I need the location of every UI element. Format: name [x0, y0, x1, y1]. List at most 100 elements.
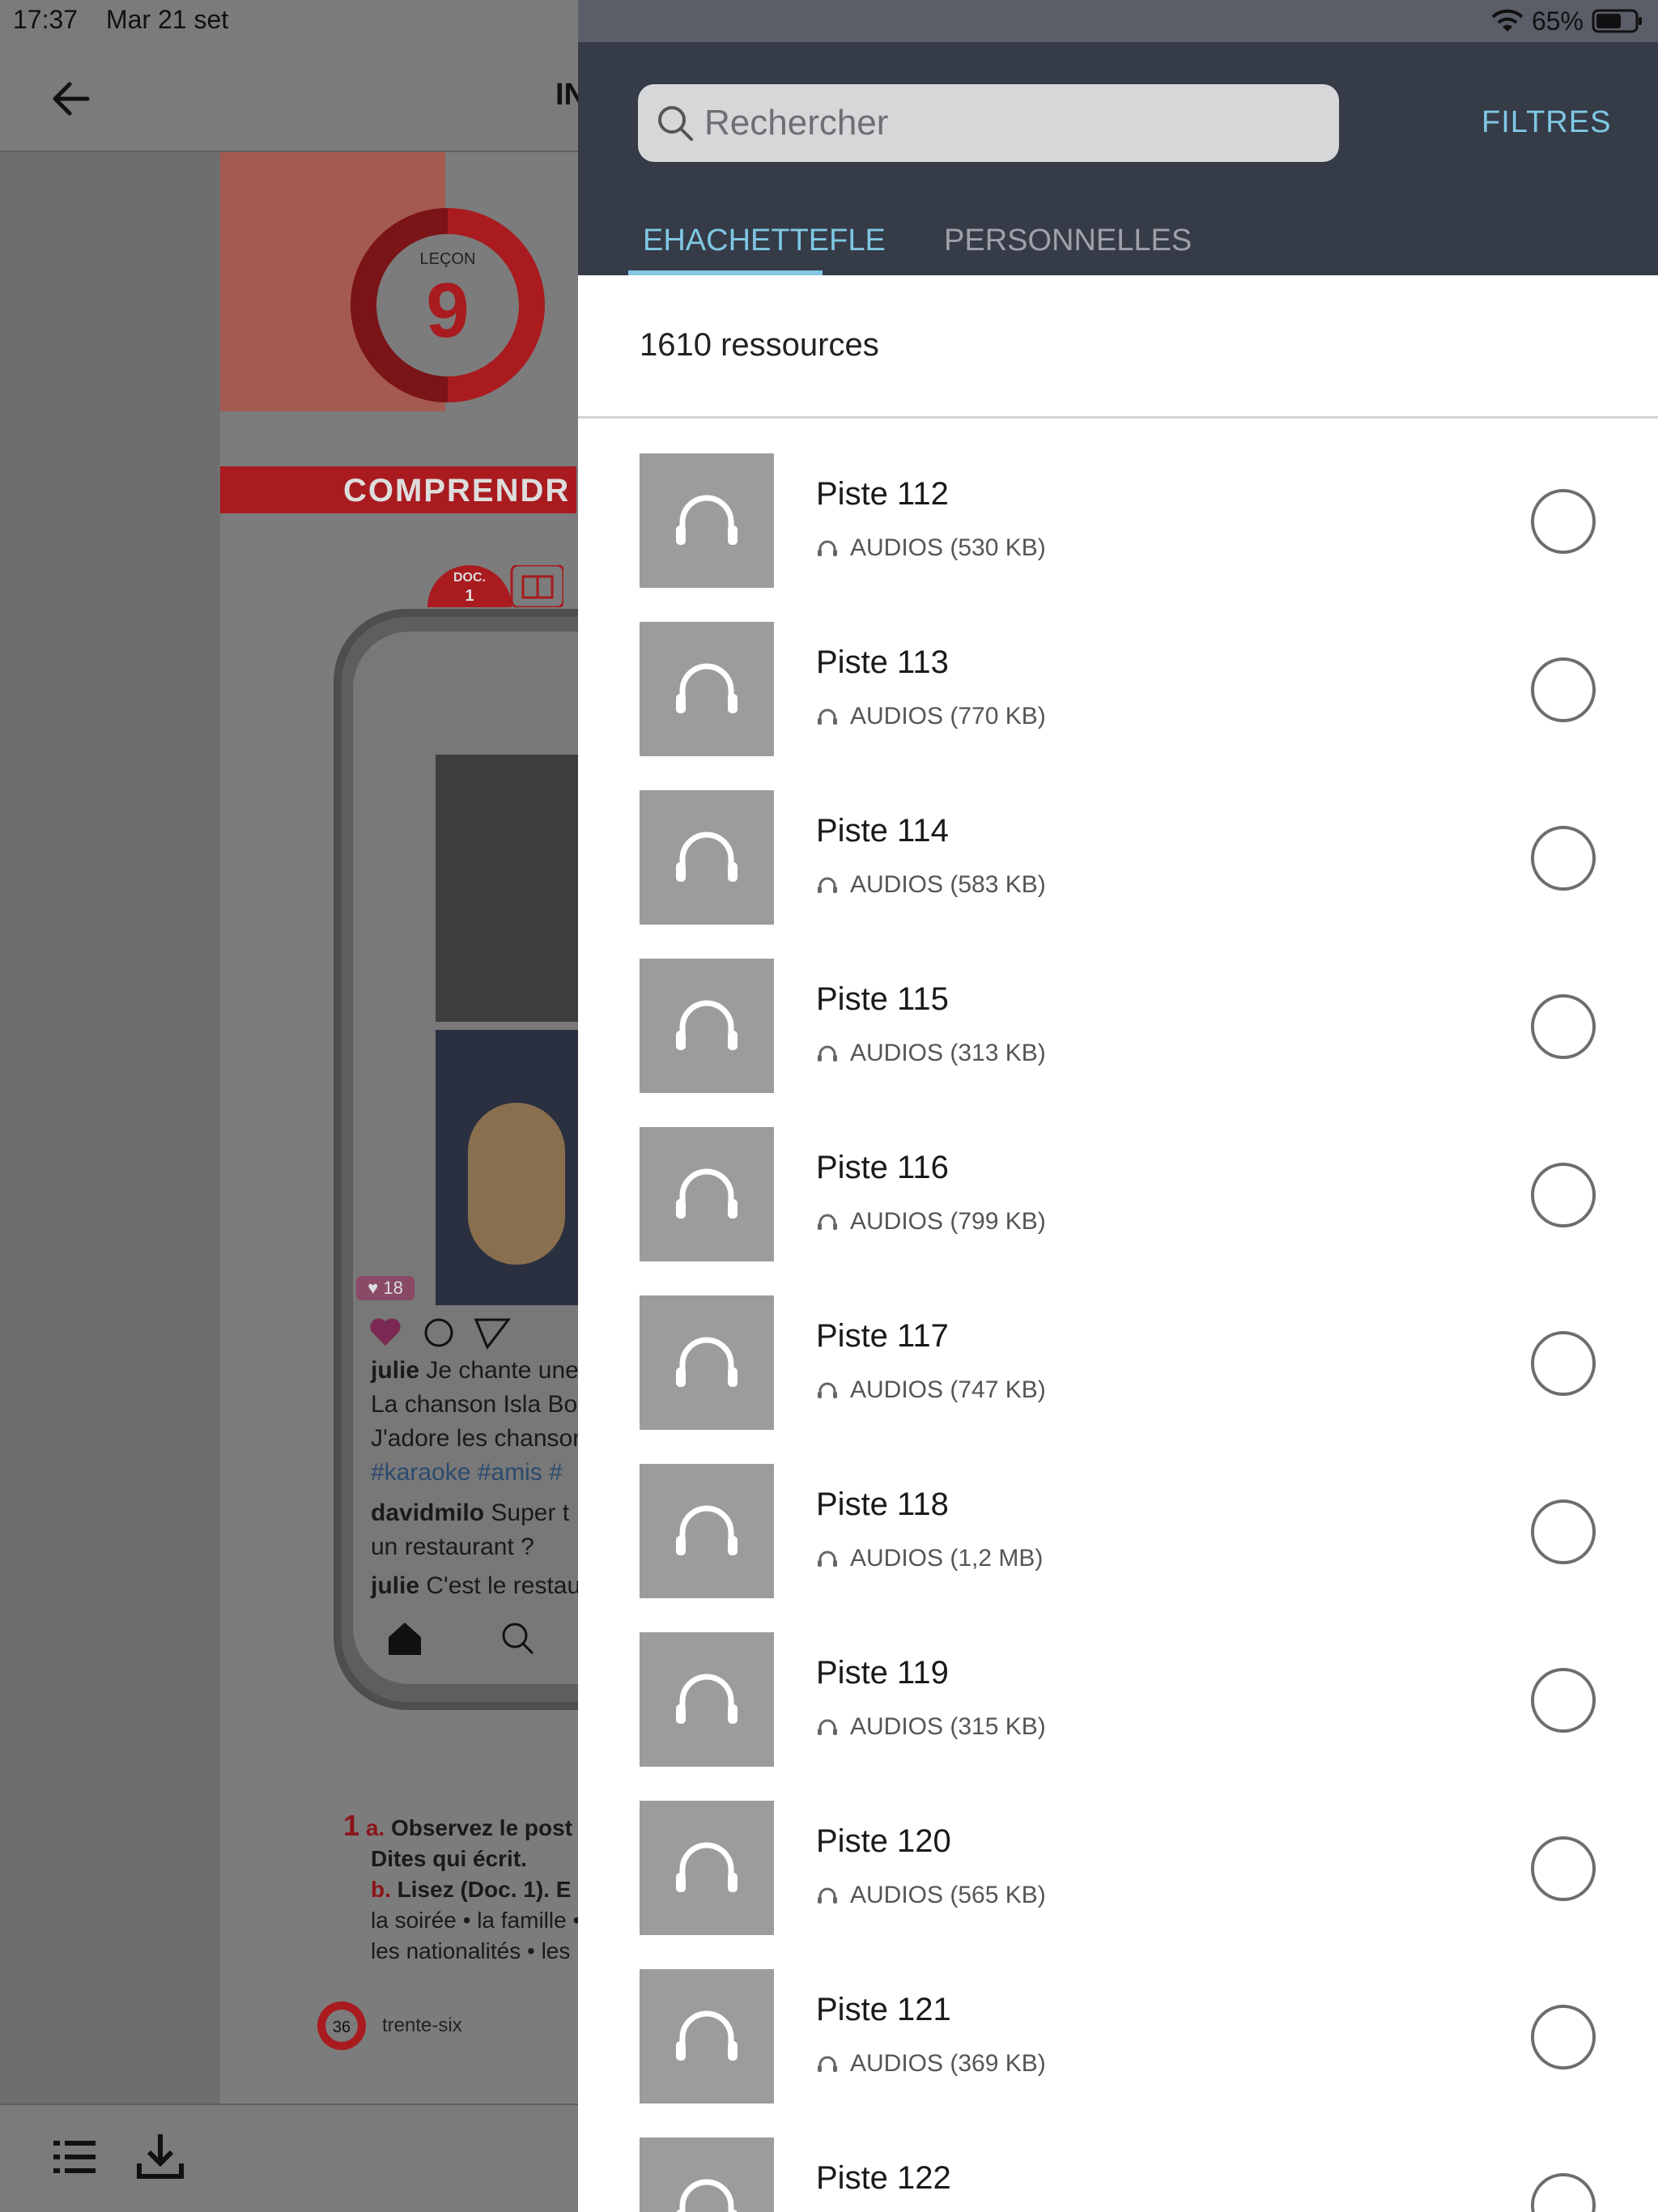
resource-list-item[interactable]: Piste 112 AUDIOS (530 KB): [578, 453, 1658, 622]
select-radio[interactable]: [1531, 1836, 1596, 1901]
resource-list-item[interactable]: Piste 118 AUDIOS (1,2 MB): [578, 1464, 1658, 1632]
resource-meta: AUDIOS (530 KB): [816, 534, 1046, 562]
resource-list-item[interactable]: Piste 115 AUDIOS (313 KB): [578, 959, 1658, 1127]
resource-list-item[interactable]: Piste 113 AUDIOS (770 KB): [578, 622, 1658, 790]
select-radio[interactable]: [1531, 657, 1596, 722]
table-of-contents-icon[interactable]: [52, 2134, 97, 2180]
download-icon[interactable]: [134, 2129, 186, 2181]
post-comment-line: julie C'est le restau: [371, 1572, 581, 1599]
resource-meta: AUDIOS (1,2 MB): [816, 1545, 1043, 1572]
resource-title: Piste 117: [816, 1318, 949, 1354]
headphones-icon: [676, 1842, 738, 1892]
resource-type-size: AUDIOS (369 KB): [850, 2050, 1046, 2077]
resource-list-item[interactable]: Piste 116 AUDIOS (799 KB): [578, 1127, 1658, 1295]
resource-list-item[interactable]: Piste 119 AUDIOS (315 KB): [578, 1632, 1658, 1801]
back-arrow-icon[interactable]: [45, 73, 97, 125]
status-date: Mar 21 set: [105, 5, 229, 34]
resource-type-size: AUDIOS (583 KB): [850, 871, 1046, 898]
lesson-number: 9: [426, 267, 469, 354]
resource-list-item[interactable]: Piste 120 AUDIOS (565 KB): [578, 1801, 1658, 1969]
search-box[interactable]: [638, 84, 1339, 162]
resource-meta: AUDIOS (369 KB): [816, 2050, 1046, 2078]
exercise-line: b. Lisez (Doc. 1). E: [371, 1877, 572, 1902]
status-time: 17:37: [13, 5, 79, 34]
section-title: COMPRENDR: [343, 473, 571, 508]
exercise-block: 1 a. Observez le post Dites qui écrit. b…: [343, 1810, 586, 1967]
resource-thumbnail: [640, 1295, 774, 1430]
resource-thumbnail: [640, 959, 774, 1093]
resource-thumbnail: [640, 622, 774, 756]
post-hashtags: #karaoke #amis #: [371, 1459, 563, 1486]
tab-ehachettefle[interactable]: EHACHETTEFLE: [643, 223, 886, 258]
resource-count: 1610 ressources: [640, 327, 879, 363]
resource-thumbnail: [640, 1801, 774, 1935]
page-number-word: trente-six: [382, 2014, 462, 2036]
resource-type-size: AUDIOS (747 KB): [850, 1376, 1046, 1403]
post-comment-line: davidmilo Super t: [371, 1499, 570, 1526]
tab-personnelles[interactable]: PERSONNELLES: [944, 223, 1192, 258]
audio-type-icon: [818, 2056, 837, 2072]
resource-type-size: AUDIOS (1,2 MB): [850, 1545, 1044, 1572]
doc-tag: DOC. 1: [427, 565, 563, 607]
resource-type-size: AUDIOS (530 KB): [850, 534, 1046, 561]
resource-meta: AUDIOS (770 KB): [816, 703, 1046, 730]
select-radio[interactable]: [1531, 2005, 1596, 2069]
audio-type-icon: [818, 1551, 837, 1567]
resource-type-size: AUDIOS (315 KB): [850, 1713, 1046, 1740]
phone-nav: [389, 1623, 534, 1655]
select-radio[interactable]: [1531, 826, 1596, 891]
battery-percent: 65%: [1531, 6, 1584, 36]
select-radio[interactable]: [1531, 994, 1596, 1059]
headphones-icon: [676, 1674, 738, 1724]
resource-title: Piste 118: [816, 1487, 949, 1522]
select-radio[interactable]: [1531, 1668, 1596, 1733]
doc-number: 1: [465, 587, 474, 605]
select-radio[interactable]: [1531, 1499, 1596, 1564]
audio-type-icon: [818, 1045, 837, 1061]
resource-thumbnail: [640, 1969, 774, 2104]
heart-icon: [370, 1318, 401, 1346]
search-input[interactable]: [704, 84, 1320, 162]
resource-thumbnail: [640, 1632, 774, 1767]
home-icon: [389, 1623, 421, 1655]
resource-type-size: AUDIOS (770 KB): [850, 703, 1046, 730]
headphones-icon: [676, 1337, 738, 1387]
resource-title: Piste 113: [816, 644, 949, 680]
select-radio[interactable]: [1531, 1163, 1596, 1227]
post-caption-line: julie Je chante une: [371, 1357, 579, 1384]
resource-list-item[interactable]: Piste 121 AUDIOS (369 KB): [578, 1969, 1658, 2138]
resource-list-item[interactable]: Piste 114 AUDIOS (583 KB): [578, 790, 1658, 959]
audio-type-icon: [818, 877, 837, 893]
post-photo: [436, 755, 581, 1022]
select-radio[interactable]: [1531, 2173, 1596, 2212]
select-radio[interactable]: [1531, 489, 1596, 554]
exercise-line: la soirée • la famille •: [371, 1908, 581, 1933]
post-actions: [370, 1318, 512, 1350]
headphones-icon: [676, 1505, 738, 1555]
send-icon: [474, 1318, 512, 1350]
select-radio[interactable]: [1531, 1331, 1596, 1396]
wifi-icon: [1491, 9, 1524, 32]
resource-meta: AUDIOS (583 KB): [816, 871, 1046, 899]
resource-thumbnail: [640, 1464, 774, 1598]
comment-icon: [424, 1318, 453, 1347]
battery-icon: [1592, 9, 1642, 33]
resource-title: Piste 112: [816, 476, 949, 512]
post-comment-line: un restaurant ?: [371, 1534, 534, 1560]
resource-meta: AUDIOS (565 KB): [816, 1882, 1046, 1909]
like-badge: ♥ 18: [356, 1276, 414, 1300]
resource-meta: AUDIOS (313 KB): [816, 1040, 1046, 1067]
like-count: 18: [383, 1278, 403, 1298]
resource-thumbnail: [640, 2138, 774, 2212]
resource-list-item[interactable]: Piste 122: [578, 2138, 1658, 2212]
post-caption-line: La chanson Isla Boni: [371, 1391, 597, 1418]
resource-title: Piste 115: [816, 981, 949, 1017]
resource-type-size: AUDIOS (565 KB): [850, 1882, 1046, 1908]
exercise-line: les nationalités • les: [371, 1938, 571, 1963]
resource-list-item[interactable]: Piste 117 AUDIOS (747 KB): [578, 1295, 1658, 1464]
search-icon: [658, 106, 693, 141]
post-photo: [436, 1030, 581, 1305]
resource-thumbnail: [640, 790, 774, 925]
resource-meta: AUDIOS (315 KB): [816, 1713, 1046, 1741]
filters-button[interactable]: FILTRES: [1482, 105, 1611, 140]
